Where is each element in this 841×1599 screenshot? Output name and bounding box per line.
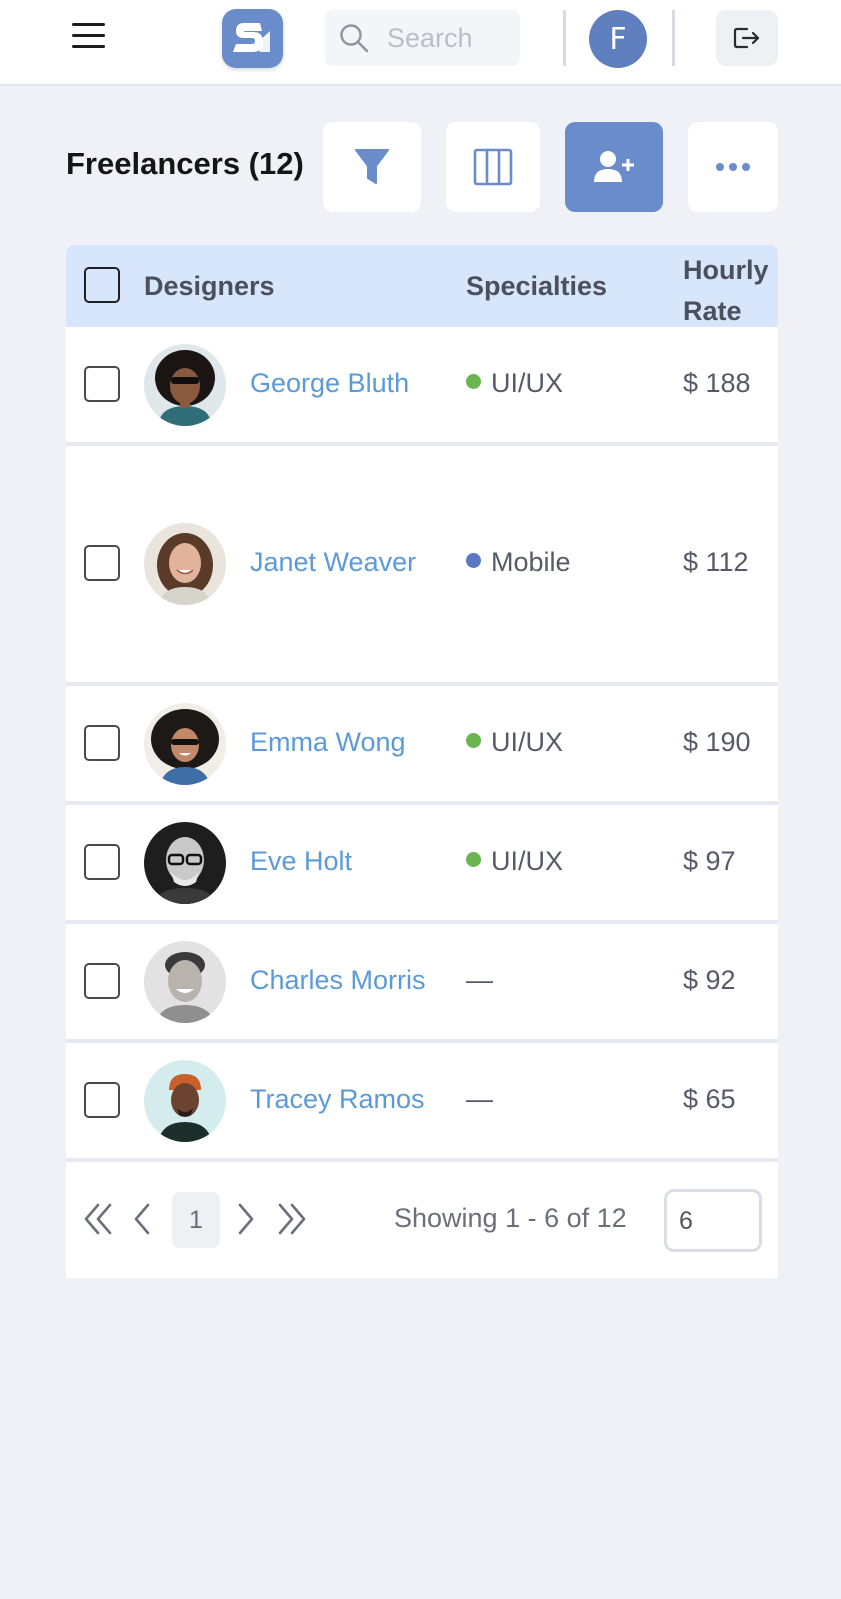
divider	[563, 10, 566, 66]
more-icon	[716, 163, 750, 171]
hamburger-menu-icon[interactable]	[68, 18, 108, 54]
last-page-icon[interactable]	[274, 1199, 308, 1239]
page-title: Freelancers (12)	[66, 146, 304, 181]
row-checkbox[interactable]	[84, 365, 120, 402]
avatar	[144, 940, 226, 1023]
first-page-icon[interactable]	[82, 1199, 116, 1239]
divider	[672, 10, 675, 66]
table-row[interactable]: Tracey Ramos — $ 65	[66, 1043, 778, 1162]
hourly-rate: $ 112	[683, 547, 749, 577]
current-page-button[interactable]: 1	[172, 1192, 220, 1248]
designer-name-link[interactable]: Emma Wong	[250, 727, 406, 758]
user-avatar[interactable]: F	[589, 10, 647, 68]
page-size-input[interactable]: 6	[664, 1189, 762, 1252]
row-checkbox[interactable]	[84, 1081, 120, 1118]
table-row[interactable]: George Bluth UI/UX $ 188	[66, 327, 778, 446]
previous-page-icon[interactable]	[128, 1199, 162, 1239]
search-icon	[340, 24, 369, 53]
specialty: —	[466, 1083, 493, 1114]
designer-name-link[interactable]: Charles Morris	[250, 965, 426, 996]
more-options-button[interactable]	[688, 122, 778, 212]
status-dot	[466, 851, 481, 867]
specialty: UI/UX	[466, 727, 563, 758]
table-row[interactable]: Emma Wong UI/UX $ 190	[66, 686, 778, 805]
add-user-icon	[594, 151, 634, 182]
status-dot	[466, 373, 481, 389]
header-specialties[interactable]: Specialties	[466, 271, 607, 302]
specialty: UI/UX	[466, 368, 563, 399]
status-dot	[466, 553, 481, 568]
status-dot	[466, 732, 481, 748]
top-bar: F	[0, 0, 841, 86]
specialty: —	[466, 964, 493, 995]
avatar	[144, 523, 226, 605]
row-checkbox[interactable]	[84, 843, 120, 880]
designer-name-link[interactable]: Tracey Ramos	[250, 1084, 425, 1115]
designer-name-link[interactable]: Janet Weaver	[250, 547, 416, 578]
header-hourly-rate[interactable]: Hourly Rate	[683, 250, 769, 332]
table-row[interactable]: Charles Morris — $ 92	[66, 924, 778, 1043]
logout-icon	[733, 27, 760, 49]
search-input[interactable]	[387, 20, 512, 56]
hourly-rate: $ 97	[683, 845, 736, 876]
hourly-rate: $ 65	[683, 1083, 736, 1114]
specialty: UI/UX	[466, 846, 563, 877]
hourly-rate: $ 188	[683, 367, 751, 398]
row-checkbox[interactable]	[84, 962, 120, 999]
hourly-rate: $ 92	[683, 964, 736, 995]
table-row[interactable]: Eve Holt UI/UX $ 97	[66, 805, 778, 924]
logout-button[interactable]	[716, 10, 778, 66]
hourly-rate: $ 190	[683, 726, 751, 757]
header-designers[interactable]: Designers	[144, 271, 275, 302]
filter-button[interactable]	[323, 122, 421, 212]
row-checkbox[interactable]	[84, 545, 120, 581]
pagination-summary: Showing 1 - 6 of 12	[394, 1203, 627, 1233]
columns-icon	[473, 148, 513, 186]
specialty: Mobile	[466, 547, 571, 578]
filter-icon	[355, 149, 389, 184]
freelancers-table: Designers Specialties Hourly Rate George…	[66, 245, 778, 1278]
columns-button[interactable]	[446, 122, 540, 212]
designer-name-link[interactable]: George Bluth	[250, 368, 409, 399]
designer-name-link[interactable]: Eve Holt	[250, 846, 352, 877]
app-logo[interactable]	[222, 9, 283, 68]
next-page-icon[interactable]	[228, 1199, 262, 1239]
select-all-checkbox[interactable]	[84, 267, 120, 303]
avatar	[144, 343, 226, 426]
avatar	[144, 821, 226, 904]
row-checkbox[interactable]	[84, 724, 120, 761]
pagination-bar: 1 Showing 1 - 6 of 12 6	[66, 1162, 778, 1278]
avatar	[144, 702, 226, 785]
search-box[interactable]	[325, 10, 520, 66]
table-header: Designers Specialties Hourly Rate	[66, 245, 778, 327]
table-row[interactable]: Janet Weaver Mobile $ 112	[66, 446, 778, 686]
avatar	[144, 1059, 226, 1142]
add-user-button[interactable]	[565, 122, 663, 212]
